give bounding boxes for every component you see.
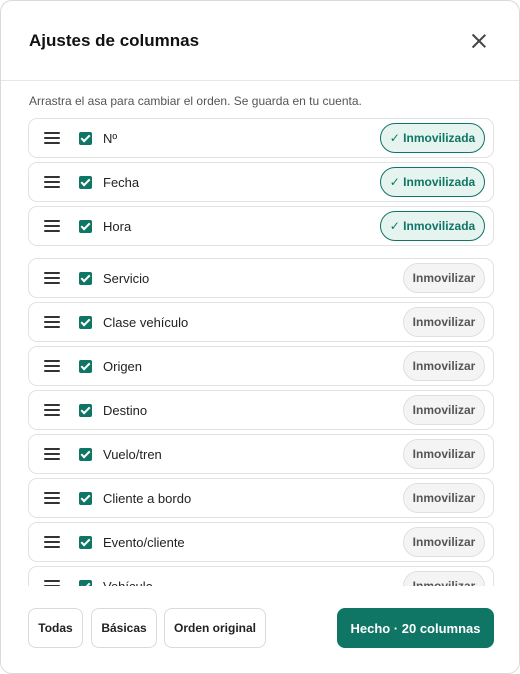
column-row[interactable]: Hora ✓ Inmovilizada bbox=[28, 206, 494, 246]
done-button[interactable]: Hecho · 20 columnas bbox=[337, 608, 494, 648]
column-row[interactable]: Vehículo Inmovilizar bbox=[28, 566, 494, 586]
column-label: Servicio bbox=[103, 270, 150, 286]
freeze-button[interactable]: Inmovilizar bbox=[403, 351, 485, 381]
column-label: Vuelo/tren bbox=[103, 446, 162, 462]
freeze-button[interactable]: Inmovilizar bbox=[403, 483, 485, 513]
column-row[interactable]: Origen Inmovilizar bbox=[28, 346, 494, 386]
column-visible-checkbox[interactable] bbox=[79, 359, 92, 373]
basic-columns-button[interactable]: Básicas bbox=[91, 608, 157, 648]
column-row[interactable]: Vuelo/tren Inmovilizar bbox=[28, 434, 494, 474]
drag-handle-icon[interactable] bbox=[44, 492, 60, 504]
column-visible-checkbox[interactable] bbox=[79, 447, 92, 461]
drag-handle-icon[interactable] bbox=[44, 448, 60, 460]
column-visible-checkbox[interactable] bbox=[79, 491, 92, 505]
column-row[interactable]: Servicio Inmovilizar bbox=[28, 258, 494, 298]
column-label: Vehículo bbox=[103, 578, 153, 587]
column-label: Clase vehículo bbox=[103, 314, 189, 330]
column-row[interactable]: Evento/cliente Inmovilizar bbox=[28, 522, 494, 562]
drag-handle-icon[interactable] bbox=[44, 220, 60, 232]
column-label: Hora bbox=[103, 218, 132, 234]
drag-handle-icon[interactable] bbox=[44, 176, 60, 188]
freeze-button[interactable]: Inmovilizar bbox=[403, 395, 485, 425]
column-row[interactable]: Cliente a bordo Inmovilizar bbox=[28, 478, 494, 518]
reorder-hint: Arrastra el asa para cambiar el orden. S… bbox=[29, 94, 362, 108]
column-visible-checkbox[interactable] bbox=[79, 271, 92, 285]
column-visible-checkbox[interactable] bbox=[79, 175, 92, 189]
close-icon[interactable] bbox=[465, 27, 493, 55]
column-row[interactable]: Destino Inmovilizar bbox=[28, 390, 494, 430]
freeze-button[interactable]: Inmovilizar bbox=[403, 263, 485, 293]
column-label: Destino bbox=[103, 402, 148, 418]
column-label: Origen bbox=[103, 358, 143, 374]
column-visible-checkbox[interactable] bbox=[79, 315, 92, 329]
original-order-button[interactable]: Orden original bbox=[164, 608, 266, 648]
column-row[interactable]: Clase vehículo Inmovilizar bbox=[28, 302, 494, 342]
freeze-button[interactable]: Inmovilizar bbox=[403, 439, 485, 469]
select-all-button[interactable]: Todas bbox=[28, 608, 83, 648]
dialog-title: Ajustes de columnas bbox=[29, 30, 200, 50]
freeze-button[interactable]: Inmovilizar bbox=[403, 571, 485, 586]
frozen-toggle-button[interactable]: ✓ Inmovilizada bbox=[380, 211, 485, 241]
drag-handle-icon[interactable] bbox=[44, 272, 60, 284]
column-visible-checkbox[interactable] bbox=[79, 535, 92, 549]
column-list[interactable]: Nº ✓ Inmovilizada Fecha ✓ Inmovilizada Hora ✓… bbox=[28, 118, 494, 586]
drag-handle-icon[interactable] bbox=[44, 404, 60, 416]
column-label: Nº bbox=[103, 130, 118, 146]
column-row[interactable]: Fecha ✓ Inmovilizada bbox=[28, 162, 494, 202]
freeze-button[interactable]: Inmovilizar bbox=[403, 307, 485, 337]
column-label: Evento/cliente bbox=[103, 534, 185, 550]
frozen-toggle-button[interactable]: ✓ Inmovilizada bbox=[380, 167, 485, 197]
column-visible-checkbox[interactable] bbox=[79, 131, 92, 145]
drag-handle-icon[interactable] bbox=[44, 316, 60, 328]
freeze-button[interactable]: Inmovilizar bbox=[403, 527, 485, 557]
column-settings-dialog: Ajustes de columnas Arrastra el asa para… bbox=[0, 0, 520, 674]
drag-handle-icon[interactable] bbox=[44, 132, 60, 144]
column-label: Cliente a bordo bbox=[103, 490, 192, 506]
column-label: Fecha bbox=[103, 174, 140, 190]
drag-handle-icon[interactable] bbox=[44, 360, 60, 372]
column-visible-checkbox[interactable] bbox=[79, 219, 92, 233]
column-row[interactable]: Nº ✓ Inmovilizada bbox=[28, 118, 494, 158]
dialog-footer: Todas Básicas Orden original Hecho · 20 … bbox=[1, 586, 519, 673]
dialog-header: Ajustes de columnas bbox=[1, 1, 519, 81]
column-visible-checkbox[interactable] bbox=[79, 403, 92, 417]
drag-handle-icon[interactable] bbox=[44, 536, 60, 548]
frozen-toggle-button[interactable]: ✓ Inmovilizada bbox=[380, 123, 485, 153]
